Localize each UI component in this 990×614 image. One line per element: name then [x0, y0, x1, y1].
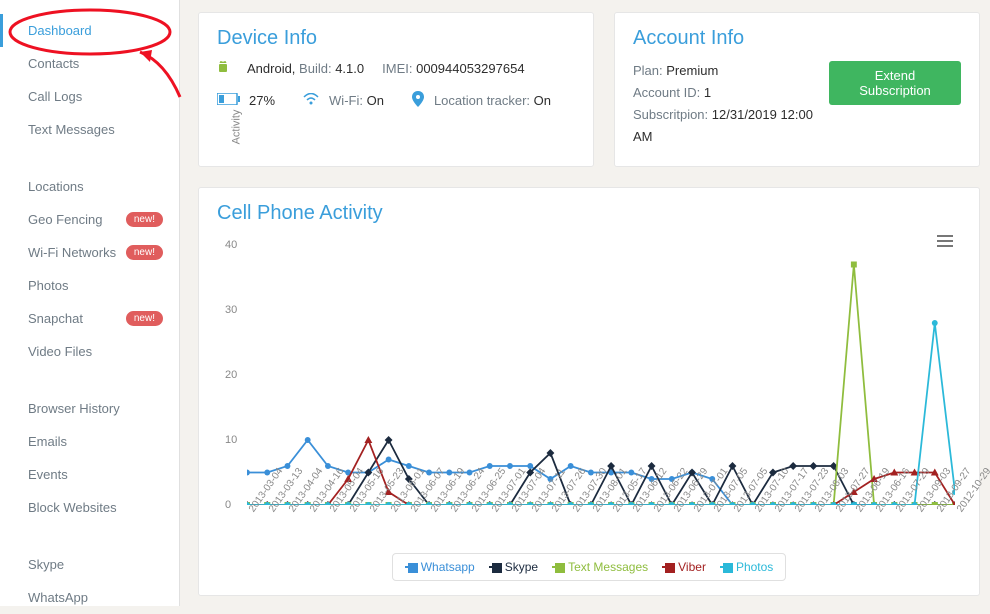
imei-value: 000944053297654	[416, 61, 524, 76]
sidebar-item-label: Skype	[28, 557, 64, 572]
sidebar-item-events[interactable]: Events	[0, 458, 179, 491]
sidebar-item-dashboard[interactable]: Dashboard	[0, 14, 179, 47]
new-badge: new!	[126, 245, 163, 260]
sidebar-item-skype[interactable]: Skype	[0, 548, 179, 581]
account-id-label: Account ID:	[633, 85, 700, 100]
chart-x-labels: 2013-03-042013-03-132013-04-042013-04-16…	[247, 508, 955, 568]
sidebar-item-label: Events	[28, 467, 68, 482]
build-label: Build:	[299, 61, 332, 76]
wifi-value: On	[367, 93, 384, 108]
sidebar-item-label: Snapchat	[28, 311, 83, 326]
os-name: Android,	[247, 61, 295, 76]
location-icon	[412, 91, 424, 110]
sidebar-item-browser-history[interactable]: Browser History	[0, 392, 179, 425]
device-imei: IMEI: 000944053297654	[382, 61, 524, 76]
device-os: Android, Build: 4.1.0	[247, 61, 364, 76]
sidebar-item-snapchat[interactable]: Snapchat new!	[0, 302, 179, 335]
new-badge: new!	[126, 311, 163, 326]
device-info-card: Device Info Android, Build: 4.1.0 IMEI: …	[198, 12, 594, 167]
chart-y-label: Activity	[230, 110, 242, 145]
sidebar-item-label: Geo Fencing	[28, 212, 102, 227]
location-value: On	[534, 93, 551, 108]
sidebar-item-wi-fi-networks[interactable]: Wi-Fi Networks new!	[0, 236, 179, 269]
sidebar-item-text-messages[interactable]: Text Messages	[0, 113, 179, 146]
sidebar-item-geo-fencing[interactable]: Geo Fencing new!	[0, 203, 179, 236]
sidebar-item-label: Wi-Fi Networks	[28, 245, 116, 260]
plan-label: Plan:	[633, 63, 663, 78]
battery-pct: 27%	[249, 93, 275, 108]
sidebar-item-label: Call Logs	[28, 89, 82, 104]
battery-icon	[217, 93, 241, 108]
location-label: Location tracker:	[434, 93, 530, 108]
android-icon	[217, 60, 229, 77]
activity-chart-card: Cell Phone Activity Activity 010203040 2…	[198, 187, 980, 596]
sidebar-item-call-logs[interactable]: Call Logs	[0, 80, 179, 113]
sidebar-item-block-websites[interactable]: Block Websites	[0, 491, 179, 524]
sidebar-item-label: Contacts	[28, 56, 79, 71]
imei-label: IMEI:	[382, 61, 412, 76]
build-value: 4.1.0	[335, 61, 364, 76]
account-info-title: Account Info	[633, 27, 829, 50]
sidebar-item-label: Dashboard	[28, 23, 92, 38]
sidebar: Dashboard Contacts Call Logs Text Messages L…	[0, 0, 180, 606]
location-block: Location tracker: On	[434, 93, 551, 108]
sidebar-item-label: Emails	[28, 434, 67, 449]
account-id-value: 1	[704, 85, 711, 100]
main-content: Device Info Android, Build: 4.1.0 IMEI: …	[180, 0, 990, 596]
plan-value: Premium	[666, 63, 718, 78]
sidebar-item-emails[interactable]: Emails	[0, 425, 179, 458]
sidebar-item-label: WhatsApp	[28, 590, 88, 605]
subscription-label: Subscritpion:	[633, 107, 708, 122]
chart-plot-area: Activity 010203040 2013-03-042013-03-132…	[247, 245, 955, 545]
account-info-card: Account Info Plan: Premium Account ID: 1…	[614, 12, 980, 167]
sidebar-item-label: Block Websites	[28, 500, 117, 515]
sidebar-item-video-files[interactable]: Video Files	[0, 335, 179, 368]
sidebar-item-label: Browser History	[28, 401, 120, 416]
extend-subscription-button[interactable]: Extend Subscription	[829, 61, 961, 105]
device-info-title: Device Info	[217, 27, 575, 50]
sidebar-item-label: Photos	[28, 278, 68, 293]
sidebar-item-whatsapp[interactable]: WhatsApp	[0, 581, 179, 614]
sidebar-item-photos[interactable]: Photos	[0, 269, 179, 302]
sidebar-item-label: Text Messages	[28, 122, 115, 137]
wifi-icon	[303, 93, 319, 108]
wifi-block: Wi-Fi: On	[329, 93, 384, 108]
sidebar-item-locations[interactable]: Locations	[0, 170, 179, 203]
sidebar-item-label: Locations	[28, 179, 84, 194]
sidebar-item-contacts[interactable]: Contacts	[0, 47, 179, 80]
chart-title: Cell Phone Activity	[217, 202, 961, 225]
new-badge: new!	[126, 212, 163, 227]
sidebar-item-label: Video Files	[28, 344, 92, 359]
wifi-label: Wi-Fi:	[329, 93, 363, 108]
